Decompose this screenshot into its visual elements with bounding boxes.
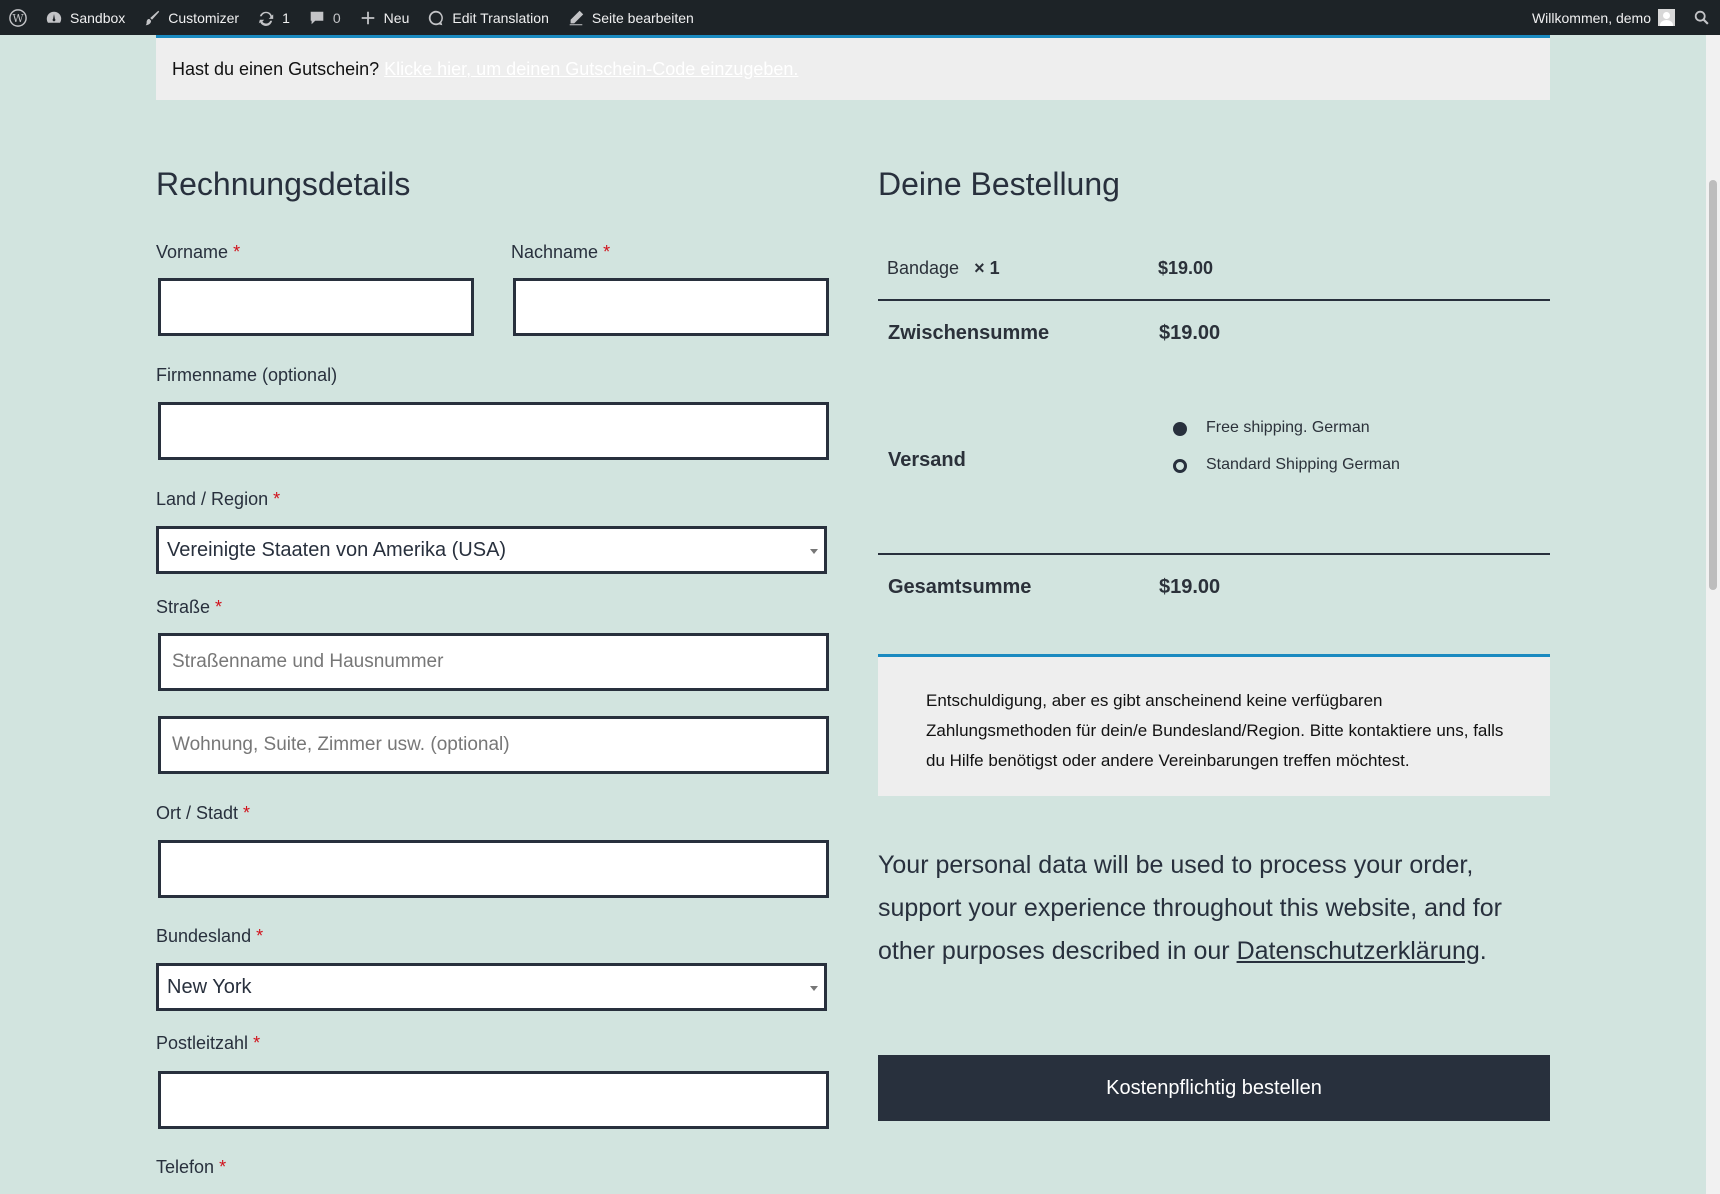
state-select[interactable]: New York — [156, 963, 827, 1011]
required-mark: * — [243, 803, 251, 823]
company-label: Firmenname (optional) — [156, 365, 338, 385]
chevron-down-icon — [810, 986, 818, 991]
pencil-icon — [567, 9, 585, 27]
last-name-label-text: Nachname — [511, 242, 599, 262]
customizer-link[interactable]: Customizer — [134, 0, 248, 35]
subtotal-label: Zwischensumme — [888, 322, 1050, 344]
site-name: Sandbox — [70, 9, 126, 26]
required-mark: * — [215, 597, 223, 617]
billing-title: Rechnungsdetails — [156, 166, 411, 202]
zip-label: Postleitzahl * — [156, 1033, 260, 1054]
customizer-label: Customizer — [168, 9, 240, 26]
required-mark: * — [273, 489, 281, 509]
last-name-label: Nachname * — [511, 242, 610, 263]
phone-label-text: Telefon — [156, 1157, 215, 1177]
search-icon — [1693, 9, 1711, 27]
translation-icon — [427, 9, 445, 27]
country-label-text: Land / Region — [156, 489, 269, 509]
wordpress-icon: W — [9, 8, 27, 27]
zip-input[interactable] — [158, 1071, 829, 1129]
company-input[interactable] — [158, 402, 829, 460]
country-label: Land / Region * — [156, 489, 280, 510]
product-name: Bandage — [887, 258, 960, 278]
updates-link[interactable]: 1 — [248, 0, 299, 35]
privacy-notice: Your personal data will be used to proce… — [878, 844, 1550, 973]
comments-link[interactable]: 0 — [299, 0, 350, 35]
comment-icon — [308, 9, 326, 27]
dashboard-icon — [45, 9, 63, 27]
total-label: Gesamtsumme — [888, 576, 1032, 598]
brush-icon — [143, 9, 161, 27]
subtotal-value: $19.00 — [1159, 322, 1221, 344]
total-value: $19.00 — [1159, 576, 1221, 598]
page-scrollbar[interactable] — [1706, 35, 1720, 1194]
scrollbar-thumb[interactable] — [1709, 180, 1717, 590]
first-name-label-text: Vorname — [156, 242, 229, 262]
order-divider — [878, 553, 1550, 555]
shipping-option-standard[interactable]: Standard Shipping German — [1206, 456, 1400, 474]
new-content-link[interactable]: Neu — [350, 0, 419, 35]
state-label: Bundesland * — [156, 926, 263, 947]
shipping-label: Versand — [888, 449, 966, 471]
privacy-policy-link[interactable]: Datenschutzerklärung — [1237, 937, 1480, 965]
edit-page-label: Seite bearbeiten — [591, 9, 694, 26]
city-label: Ort / Stadt * — [156, 803, 250, 824]
shipping-radio-free[interactable] — [1173, 422, 1187, 436]
country-select-value: Vereinigte Staaten von Amerika (USA) — [167, 538, 507, 561]
street-input[interactable]: Straßenname und Hausnummer — [158, 633, 829, 691]
street-label-text: Straße — [156, 597, 211, 617]
updates-count: 1 — [282, 9, 290, 26]
shipping-radio-standard[interactable] — [1173, 459, 1187, 473]
edit-page-link[interactable]: Seite bearbeiten — [558, 0, 703, 35]
coupon-text: Hast du einen Gutschein? — [172, 58, 380, 79]
my-account-link[interactable]: Willkommen, demo — [1523, 0, 1684, 35]
order-divider — [878, 299, 1550, 301]
required-mark: * — [603, 242, 611, 262]
shipping-option-free[interactable]: Free shipping. German — [1206, 419, 1370, 437]
first-name-input[interactable] — [158, 278, 474, 336]
required-mark: * — [253, 1033, 261, 1053]
city-label-text: Ort / Stadt — [156, 803, 239, 823]
street2-input[interactable]: Wohnung, Suite, Zimmer usw. (optional) — [158, 716, 829, 774]
order-item-name: Bandage × 1 — [887, 258, 1000, 279]
privacy-end: . — [1479, 937, 1487, 965]
street-placeholder: Straßenname und Hausnummer — [172, 651, 444, 672]
wordpress-logo-button[interactable]: W — [0, 0, 36, 35]
chevron-down-icon — [810, 549, 818, 554]
search-button[interactable] — [1684, 0, 1720, 35]
first-name-label: Vorname * — [156, 242, 240, 263]
required-mark: * — [219, 1157, 227, 1177]
new-label: Neu — [383, 9, 410, 26]
country-select[interactable]: Vereinigte Staaten von Amerika (USA) — [156, 526, 827, 574]
edit-translation-link[interactable]: Edit Translation — [418, 0, 558, 35]
product-quantity: × 1 — [974, 258, 1000, 278]
zip-label-text: Postleitzahl — [156, 1033, 249, 1053]
comments-count: 0 — [332, 9, 341, 26]
site-name-link[interactable]: Sandbox — [36, 0, 134, 35]
state-label-text: Bundesland — [156, 926, 252, 946]
avatar — [1658, 9, 1675, 26]
required-mark: * — [256, 926, 264, 946]
street2-placeholder: Wohnung, Suite, Zimmer usw. (optional) — [172, 734, 510, 755]
refresh-icon — [257, 9, 275, 27]
edit-translation-label: Edit Translation — [452, 9, 549, 26]
welcome-text: Willkommen, demo — [1531, 9, 1651, 26]
order-item-price: $19.00 — [1158, 258, 1214, 278]
payment-notice: Entschuldigung, aber es gibt anscheinend… — [878, 654, 1550, 796]
coupon-link[interactable]: Klicke hier, um deinen Gutschein-Code ei… — [384, 59, 798, 80]
plus-icon — [359, 9, 377, 27]
state-select-value: New York — [167, 975, 252, 998]
coupon-notice: Hast du einen Gutschein? Klicke hier, um… — [156, 35, 1550, 100]
street-label: Straße * — [156, 597, 222, 618]
required-mark: * — [233, 242, 241, 262]
city-input[interactable] — [158, 840, 829, 898]
svg-text:W: W — [12, 12, 24, 25]
place-order-button[interactable]: Kostenpflichtig bestellen — [878, 1055, 1550, 1121]
last-name-input[interactable] — [513, 278, 829, 336]
admin-bar: W Sandbox Customizer 1 0 Neu Edit Transl… — [0, 0, 1720, 35]
order-title: Deine Bestellung — [878, 166, 1120, 202]
phone-label: Telefon * — [156, 1157, 226, 1178]
